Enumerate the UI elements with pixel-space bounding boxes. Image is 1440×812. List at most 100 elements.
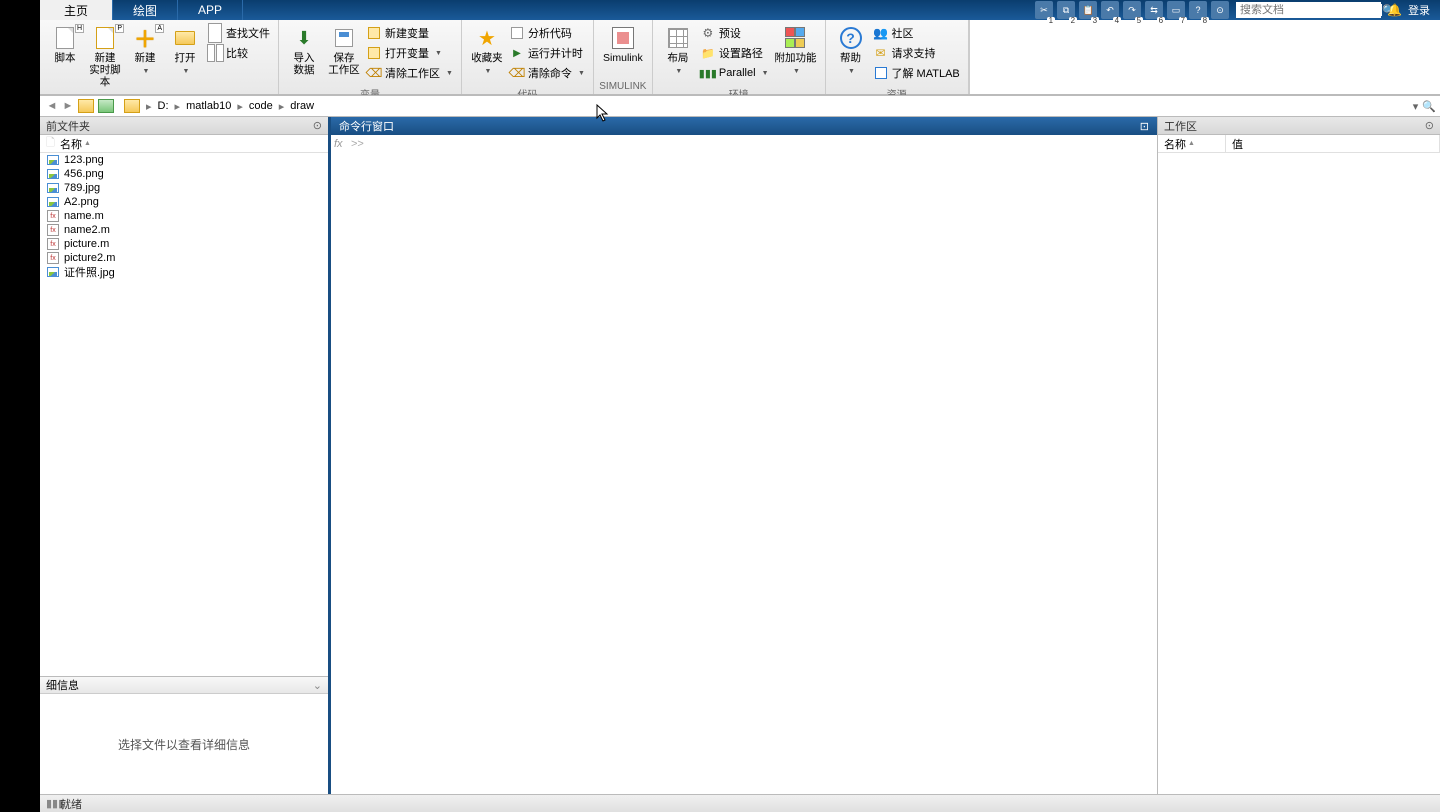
qat-badge-1: 1	[1047, 17, 1055, 25]
addons-button[interactable]: 附加功能▼	[773, 24, 819, 80]
new-button[interactable]: A ＋ 新建▼	[126, 24, 164, 80]
file-row[interactable]: fxpicture.m	[40, 237, 328, 251]
image-file-icon	[46, 182, 60, 194]
preferences-button[interactable]: ⚙ 预设	[699, 24, 771, 42]
ws-value-column[interactable]: 值	[1226, 135, 1440, 152]
community-button[interactable]: 👥 社区	[872, 24, 962, 42]
save-workspace-button[interactable]: 保存 工作区	[325, 24, 363, 78]
simulink-button[interactable]: Simulink	[600, 24, 646, 66]
file-row[interactable]: A2.png	[40, 195, 328, 209]
new-live-script-button[interactable]: P 新建 实时脚本	[86, 24, 124, 90]
new-script-button[interactable]: H 脚本	[46, 24, 84, 66]
favorites-button[interactable]: ★ 收藏夹▼	[468, 24, 506, 80]
current-folder-header: 前文件夹 ⊙	[40, 117, 328, 135]
open-button[interactable]: 打开▼	[166, 24, 204, 80]
workspace-body[interactable]	[1158, 153, 1440, 794]
clear-cmd-label: 清除命令	[528, 65, 572, 81]
new-label: 新建	[135, 52, 156, 64]
details-header[interactable]: 细信息 ⌄	[40, 677, 328, 694]
addr-dropdown-icon[interactable]: ▾	[1413, 100, 1419, 113]
analyze-code-button[interactable]: 分析代码	[508, 24, 587, 42]
import-data-button[interactable]: ⬇ 导入 数据	[285, 24, 323, 78]
tab-app[interactable]: APP	[178, 0, 243, 20]
name-col-label: 名称	[60, 136, 82, 152]
badge-p: P	[115, 24, 124, 33]
open-variable-button[interactable]: 打开变量 ▼	[365, 44, 455, 62]
chevron-down-icon: ▼	[675, 68, 682, 75]
crumb-sep-icon: ▸	[233, 100, 247, 113]
breadcrumb-drive[interactable]: D:	[156, 100, 171, 112]
breadcrumb-1[interactable]: matlab10	[184, 100, 233, 112]
panel-menu-icon[interactable]: ⊙	[1425, 119, 1434, 132]
breadcrumb-3[interactable]: draw	[288, 100, 316, 112]
compare-icon	[207, 44, 224, 62]
breadcrumb-2[interactable]: code	[247, 100, 275, 112]
find-files-button[interactable]: 查找文件	[206, 24, 272, 42]
file-row[interactable]: 789.jpg	[40, 181, 328, 195]
compare-label: 比较	[226, 45, 248, 61]
file-name: 123.png	[64, 154, 104, 166]
file-row[interactable]: fxpicture2.m	[40, 251, 328, 265]
main-tabs: 主页 绘图 APP	[40, 0, 243, 20]
status-bar: ▮▮▮ 就绪	[40, 794, 1440, 812]
login-link[interactable]: 登录	[1404, 2, 1434, 18]
name-column-header[interactable]: 名称 ▲	[60, 136, 322, 152]
qat-copy-icon[interactable]: ⧉2	[1057, 1, 1075, 19]
chevron-down-icon: ▼	[143, 68, 150, 75]
command-prompt[interactable]: >>	[351, 135, 364, 794]
chevron-down-icon: ▼	[435, 50, 442, 57]
qat-cut-icon[interactable]: ✂1	[1035, 1, 1053, 19]
qat-help-icon[interactable]: ?8	[1189, 1, 1207, 19]
folder-nav-icon[interactable]	[98, 99, 114, 113]
current-folder-panel: 前文件夹 ⊙ 🗋 名称 ▲ 123.png456.png789.jpgA2.pn…	[40, 117, 331, 794]
layout-button[interactable]: 布局▼	[659, 24, 697, 80]
help-button[interactable]: ? 帮助▼	[832, 24, 870, 80]
learn-matlab-button[interactable]: 了解 MATLAB	[872, 64, 962, 82]
tab-plot[interactable]: 绘图	[113, 0, 178, 20]
qat-paste-icon[interactable]: 📋3	[1079, 1, 1097, 19]
ribbon-group-resources: ? 帮助▼ 👥 社区 ✉ 请求支持 了解 MATLAB	[826, 20, 969, 94]
nav-back-icon[interactable]: ◄	[44, 98, 60, 114]
qat-more-icon[interactable]: ⊙	[1211, 1, 1229, 19]
addr-search-icon[interactable]: 🔍	[1422, 100, 1436, 113]
file-row[interactable]: fxname.m	[40, 209, 328, 223]
chevron-down-icon: ▼	[446, 70, 453, 77]
file-list[interactable]: 123.png456.png789.jpgA2.pngfxname.mfxnam…	[40, 153, 328, 676]
panel-menu-icon[interactable]: ⊙	[313, 119, 322, 132]
file-list-header: 🗋 名称 ▲	[40, 135, 328, 153]
details-body: 选择文件以查看详细信息	[40, 694, 328, 794]
maximize-icon[interactable]: ⊡	[1140, 120, 1149, 133]
new-variable-button[interactable]: 新建变量	[365, 24, 455, 42]
save-icon	[335, 29, 353, 47]
file-type-icon: 🗋	[46, 134, 60, 153]
clear-workspace-button[interactable]: ⌫ 清除工作区 ▼	[365, 64, 455, 82]
run-time-button[interactable]: ▶ 运行并计时	[508, 44, 587, 62]
compare-button[interactable]: 比较	[206, 44, 272, 62]
file-row[interactable]: fxname2.m	[40, 223, 328, 237]
bell-icon[interactable]: 🔔	[1387, 3, 1402, 17]
command-window-body[interactable]: fx >>	[331, 135, 1157, 794]
prefs-label: 预设	[719, 25, 741, 41]
parallel-button[interactable]: ▮▮▮ Parallel ▼	[699, 64, 771, 82]
doc-search-input[interactable]	[1240, 4, 1382, 16]
file-row[interactable]: 456.png	[40, 167, 328, 181]
fx-icon[interactable]: fx	[331, 135, 351, 794]
qat-redo-icon[interactable]: ↷5	[1123, 1, 1141, 19]
qat-window-icon[interactable]: ▭7	[1167, 1, 1185, 19]
file-name: picture.m	[64, 238, 109, 250]
clear-commands-button[interactable]: ⌫ 清除命令 ▼	[508, 64, 587, 82]
nav-fwd-icon[interactable]: ►	[60, 98, 76, 114]
qat-switch-icon[interactable]: ⇆6	[1145, 1, 1163, 19]
ws-name-column[interactable]: 名称 ▲	[1158, 135, 1226, 152]
qat-undo-icon[interactable]: ↶4	[1101, 1, 1119, 19]
folder-up-icon[interactable]	[78, 99, 94, 113]
support-button[interactable]: ✉ 请求支持	[872, 44, 962, 62]
set-path-button[interactable]: 📁 设置路径	[699, 44, 771, 62]
chevron-down-icon[interactable]: ⌄	[313, 679, 322, 692]
script-icon	[56, 27, 74, 49]
doc-search-box[interactable]: 🔍	[1236, 2, 1381, 18]
file-row[interactable]: 证件照.jpg	[40, 265, 328, 279]
file-row[interactable]: 123.png	[40, 153, 328, 167]
tab-home[interactable]: 主页	[40, 0, 113, 20]
badge-a: A	[155, 24, 164, 33]
